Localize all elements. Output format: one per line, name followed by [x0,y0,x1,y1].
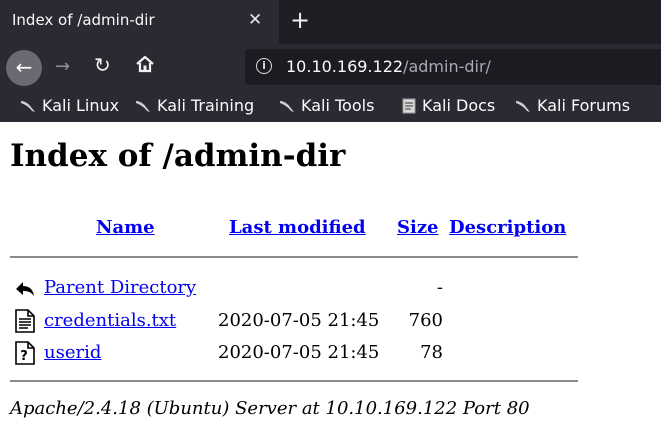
tab-active[interactable]: Index of /admin-dir ✕ [0,0,279,44]
kali-dragon-icon [280,101,294,112]
bookmark-kali-docs[interactable]: Kali Docs [402,96,495,115]
column-header-description[interactable]: Description [449,217,566,238]
row-size: 760 [408,310,443,331]
address-bar[interactable]: i 10.10.169.122/admin-dir/ [245,49,661,85]
column-header-size[interactable]: Size [397,217,439,238]
bookmark-kali-tools[interactable]: Kali Tools [279,96,374,115]
page-content: Index of /admin-dir Name Last modified S… [0,122,661,437]
new-tab-button[interactable]: + [290,6,310,34]
text-file-icon [15,309,35,333]
tab-close-icon[interactable]: ✕ [248,10,262,30]
bookmark-kali-linux[interactable]: Kali Linux [20,96,119,115]
forward-button[interactable]: → [55,56,70,77]
kali-dragon-icon [516,101,530,112]
bookmark-label: Kali Forums [537,96,631,115]
url-host: 10.10.169.122 [286,57,404,76]
column-header-name[interactable]: Name [96,217,155,238]
home-icon[interactable] [134,53,156,75]
tab-strip: Index of /admin-dir ✕ + [0,0,661,44]
bookmark-label: Kali Tools [301,96,375,115]
navigation-toolbar: ← → ↻ i 10.10.169.122/admin-dir/ [0,44,661,90]
back-arrow-icon: ← [15,55,33,79]
divider-bottom [10,380,578,382]
divider-top [10,256,578,258]
file-link-userid[interactable]: userid [44,342,101,363]
svg-text:?: ? [20,349,28,364]
row-date: 2020-07-05 21:45 [218,310,380,331]
page-title: Index of /admin-dir [10,138,346,174]
file-link-credentials[interactable]: credentials.txt [44,310,176,331]
bookmark-label: Kali Linux [42,96,120,115]
back-arrow-icon [16,282,34,296]
url-text[interactable]: 10.10.169.122/admin-dir/ [286,57,491,76]
unknown-file-icon: ? [15,341,35,365]
row-date: 2020-07-05 21:45 [218,342,380,363]
bookmark-label: Kali Docs [422,96,496,115]
bookmark-label: Kali Training [157,96,255,115]
tab-title: Index of /admin-dir [12,11,155,29]
bookmarks-toolbar: Kali Linux Kali Training Kali Tools Kali… [0,90,661,122]
kali-dragon-icon [136,101,150,112]
parent-directory-link[interactable]: Parent Directory [44,277,196,298]
reload-button[interactable]: ↻ [94,53,111,77]
kali-docs-icon [402,98,416,114]
back-button[interactable]: ← [6,50,42,86]
server-signature: Apache/2.4.18 (Ubuntu) Server at 10.10.1… [10,398,530,419]
row-size: - [436,277,443,298]
site-info-icon[interactable]: i [256,58,272,74]
bookmark-kali-forums[interactable]: Kali Forums [515,96,630,115]
column-header-last-modified[interactable]: Last modified [229,217,366,238]
bookmark-kali-training[interactable]: Kali Training [135,96,254,115]
row-size: 78 [420,342,443,363]
url-path: /admin-dir/ [403,57,491,76]
kali-dragon-icon [21,101,35,112]
